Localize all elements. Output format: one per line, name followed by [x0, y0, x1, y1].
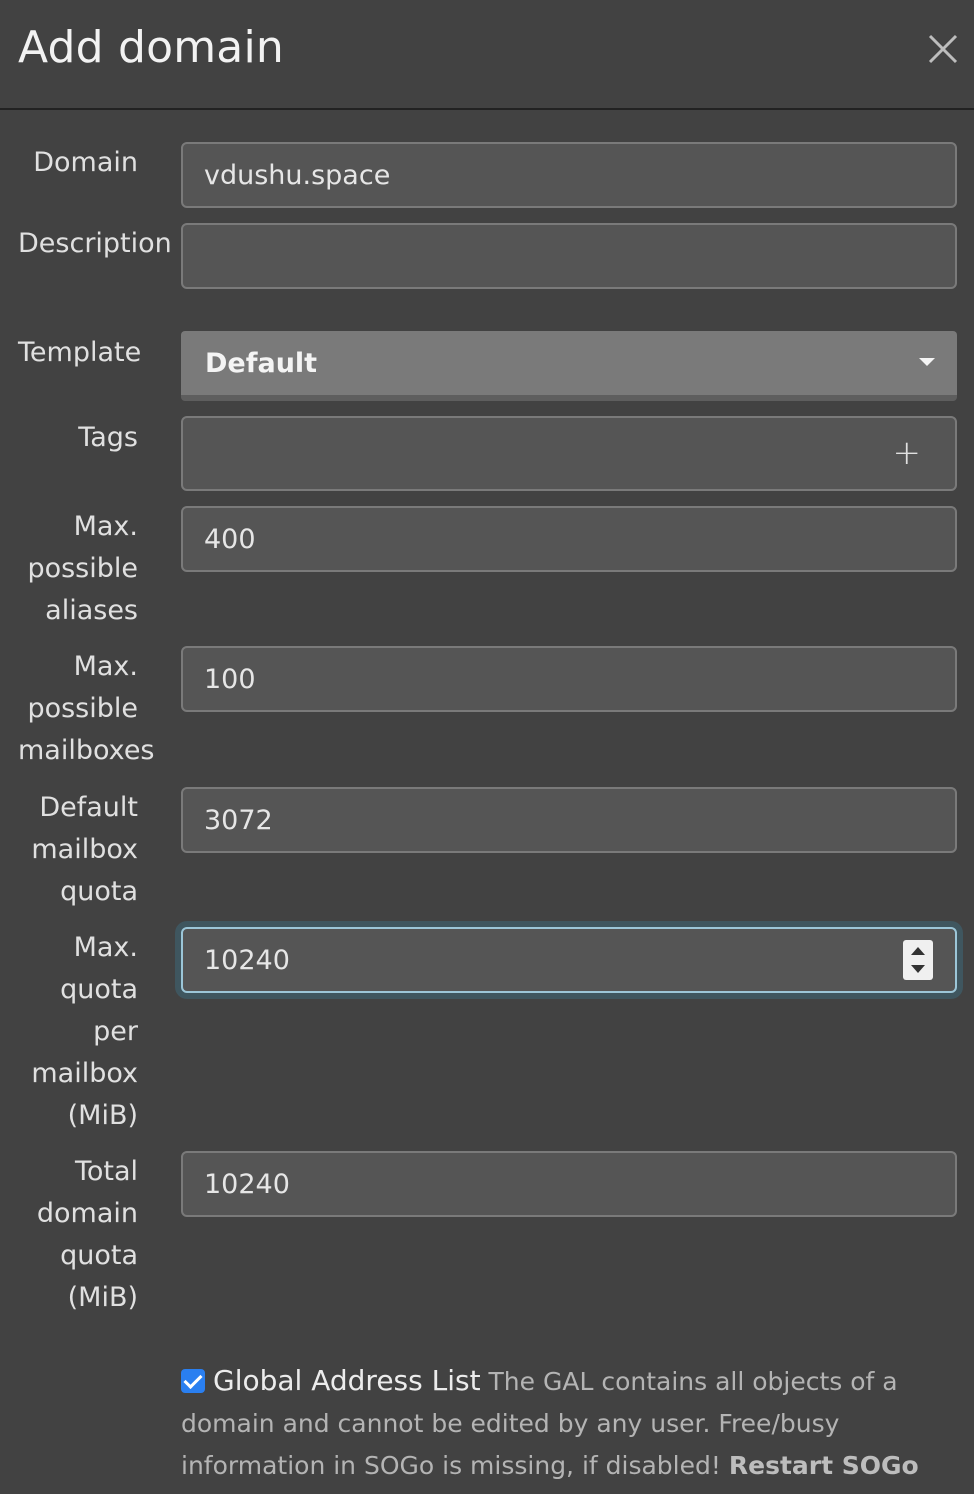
domain-input[interactable]: vdushu.space	[181, 142, 957, 208]
template-select-value: Default	[205, 347, 318, 379]
gal-option: Global Address List The GAL contains all…	[181, 1360, 951, 1494]
gal-checkbox[interactable]	[181, 1369, 205, 1393]
description-label: Description	[18, 228, 172, 259]
add-domain-modal: Add domain Domain vdushu.space Descripti…	[0, 0, 974, 1494]
label-line: possible	[27, 553, 138, 584]
max-aliases-value: 400	[204, 523, 256, 555]
template-select[interactable]: Default	[181, 331, 957, 401]
total-quota-label: Total domain quota (MiB)	[18, 1151, 138, 1319]
gal-title[interactable]: Global Address List	[213, 1364, 481, 1397]
max-mailboxes-label: Max. possible mailboxes	[18, 646, 155, 772]
default-quota-value: 3072	[204, 804, 273, 836]
plus-icon[interactable]: +	[893, 436, 922, 470]
domain-label: Domain	[33, 147, 138, 178]
tags-input[interactable]: +	[181, 416, 957, 491]
label-line: mailboxes	[18, 735, 155, 766]
max-quota-value: 10240	[204, 944, 290, 976]
tags-label: Tags	[78, 422, 138, 453]
number-spinner[interactable]	[903, 940, 933, 980]
label-line: Max.	[73, 651, 138, 682]
default-quota-label: Default mailbox quota	[18, 787, 138, 913]
label-line: mailbox	[31, 834, 138, 865]
label-line: Default	[39, 792, 138, 823]
max-mailboxes-input[interactable]: 100	[181, 646, 957, 712]
label-line: quota	[60, 876, 138, 907]
label-line: quota	[60, 974, 138, 1005]
max-aliases-label: Max. possible aliases	[18, 506, 138, 632]
spinner-up-icon[interactable]	[911, 947, 925, 955]
total-quota-input[interactable]: 10240	[181, 1151, 957, 1217]
label-line: aliases	[45, 595, 138, 626]
label-line: possible	[27, 693, 138, 724]
domain-input-value: vdushu.space	[204, 159, 391, 191]
caret-down-icon	[919, 358, 935, 366]
spinner-down-icon[interactable]	[911, 965, 925, 973]
label-line: domain	[36, 1198, 138, 1229]
label-line: mailbox	[31, 1058, 138, 1089]
max-mailboxes-value: 100	[204, 663, 256, 695]
max-quota-label: Max. quota per mailbox (MiB)	[18, 927, 138, 1137]
default-quota-input[interactable]: 3072	[181, 787, 957, 853]
label-line: quota	[60, 1240, 138, 1271]
total-quota-value: 10240	[204, 1168, 290, 1200]
template-label: Template	[18, 337, 142, 368]
max-aliases-input[interactable]: 400	[181, 506, 957, 572]
modal-header: Add domain	[0, 0, 974, 110]
label-line: per	[93, 1016, 138, 1047]
modal-title: Add domain	[18, 22, 284, 73]
description-input[interactable]	[181, 223, 957, 289]
label-line: Max.	[73, 932, 138, 963]
label-line: (MiB)	[67, 1282, 138, 1313]
label-line: (MiB)	[67, 1100, 138, 1131]
label-line: Total	[74, 1156, 138, 1187]
max-quota-input[interactable]: 10240	[181, 927, 957, 993]
close-icon[interactable]	[926, 32, 960, 66]
label-line: Max.	[73, 511, 138, 542]
